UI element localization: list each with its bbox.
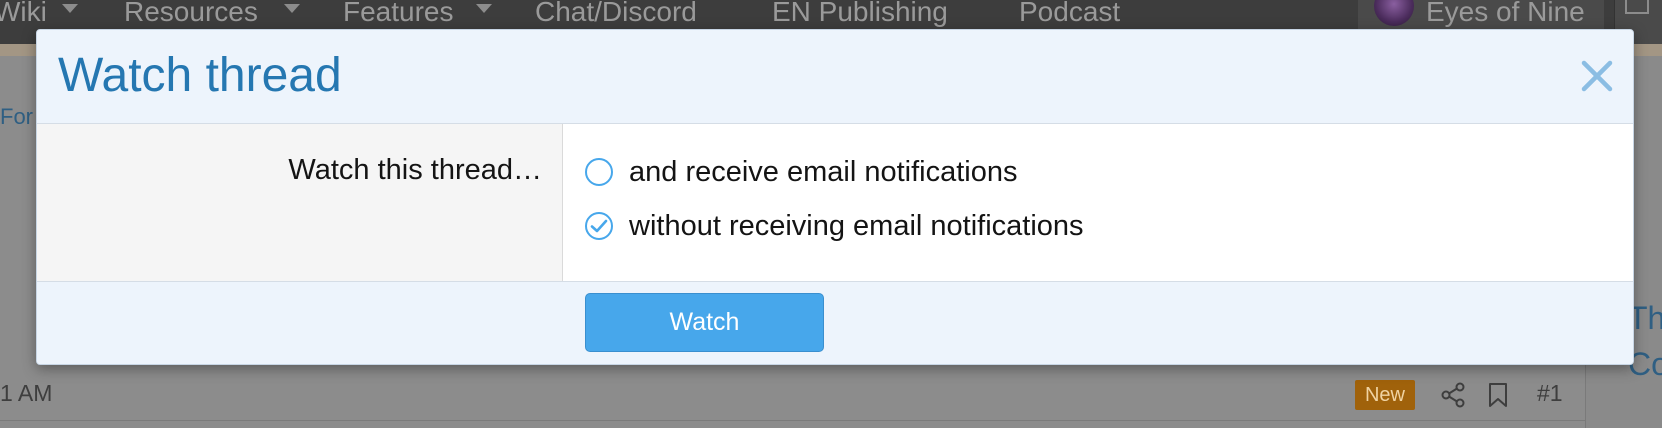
watch-field-label: Watch this thread… bbox=[288, 154, 542, 186]
dialog-footer: Watch bbox=[37, 281, 1633, 364]
nav-chat-discord[interactable]: Chat/Discord bbox=[535, 0, 697, 28]
divider bbox=[0, 420, 1585, 421]
post-timestamp[interactable]: 1 AM bbox=[0, 380, 52, 407]
option-label[interactable]: and receive email notifications bbox=[629, 156, 1017, 189]
close-icon[interactable] bbox=[1579, 58, 1615, 94]
option-with-email[interactable]: and receive email notifications bbox=[585, 154, 1017, 190]
new-badge: New bbox=[1355, 380, 1415, 410]
avatar[interactable] bbox=[1374, 0, 1414, 26]
watch-button[interactable]: Watch bbox=[585, 293, 824, 352]
chevron-down-icon[interactable] bbox=[284, 4, 300, 13]
nav-features[interactable]: Features bbox=[343, 0, 454, 28]
nav-podcast[interactable]: Podcast bbox=[1019, 0, 1120, 28]
breadcrumb[interactable]: For bbox=[0, 104, 33, 130]
chevron-down-icon[interactable] bbox=[62, 4, 78, 13]
dialog-header: Watch thread bbox=[37, 30, 1633, 124]
form-label-column: Watch this thread… bbox=[37, 124, 563, 281]
dialog-body: Watch this thread… and receive email not… bbox=[37, 124, 1633, 281]
radio-checked-icon[interactable] bbox=[585, 212, 613, 240]
chevron-down-icon[interactable] bbox=[476, 4, 492, 13]
bookmark-icon[interactable] bbox=[1488, 382, 1508, 408]
nav-resources[interactable]: Resources bbox=[124, 0, 258, 28]
share-icon[interactable] bbox=[1440, 382, 1466, 408]
nav-wiki[interactable]: Wiki bbox=[0, 0, 47, 28]
option-label[interactable]: without receiving email notifications bbox=[629, 210, 1084, 243]
mail-icon bbox=[1625, 0, 1649, 14]
post-number-link[interactable]: #1 bbox=[1537, 380, 1563, 407]
nav-en-publishing[interactable]: EN Publishing bbox=[772, 0, 948, 28]
dialog-title: Watch thread bbox=[58, 49, 342, 102]
watch-thread-dialog: Watch thread Watch this thread… and rece… bbox=[36, 29, 1634, 365]
username[interactable]: Eyes of Nine bbox=[1426, 0, 1585, 28]
radio-unchecked-icon[interactable] bbox=[585, 158, 613, 186]
option-without-email[interactable]: without receiving email notifications bbox=[585, 208, 1084, 244]
